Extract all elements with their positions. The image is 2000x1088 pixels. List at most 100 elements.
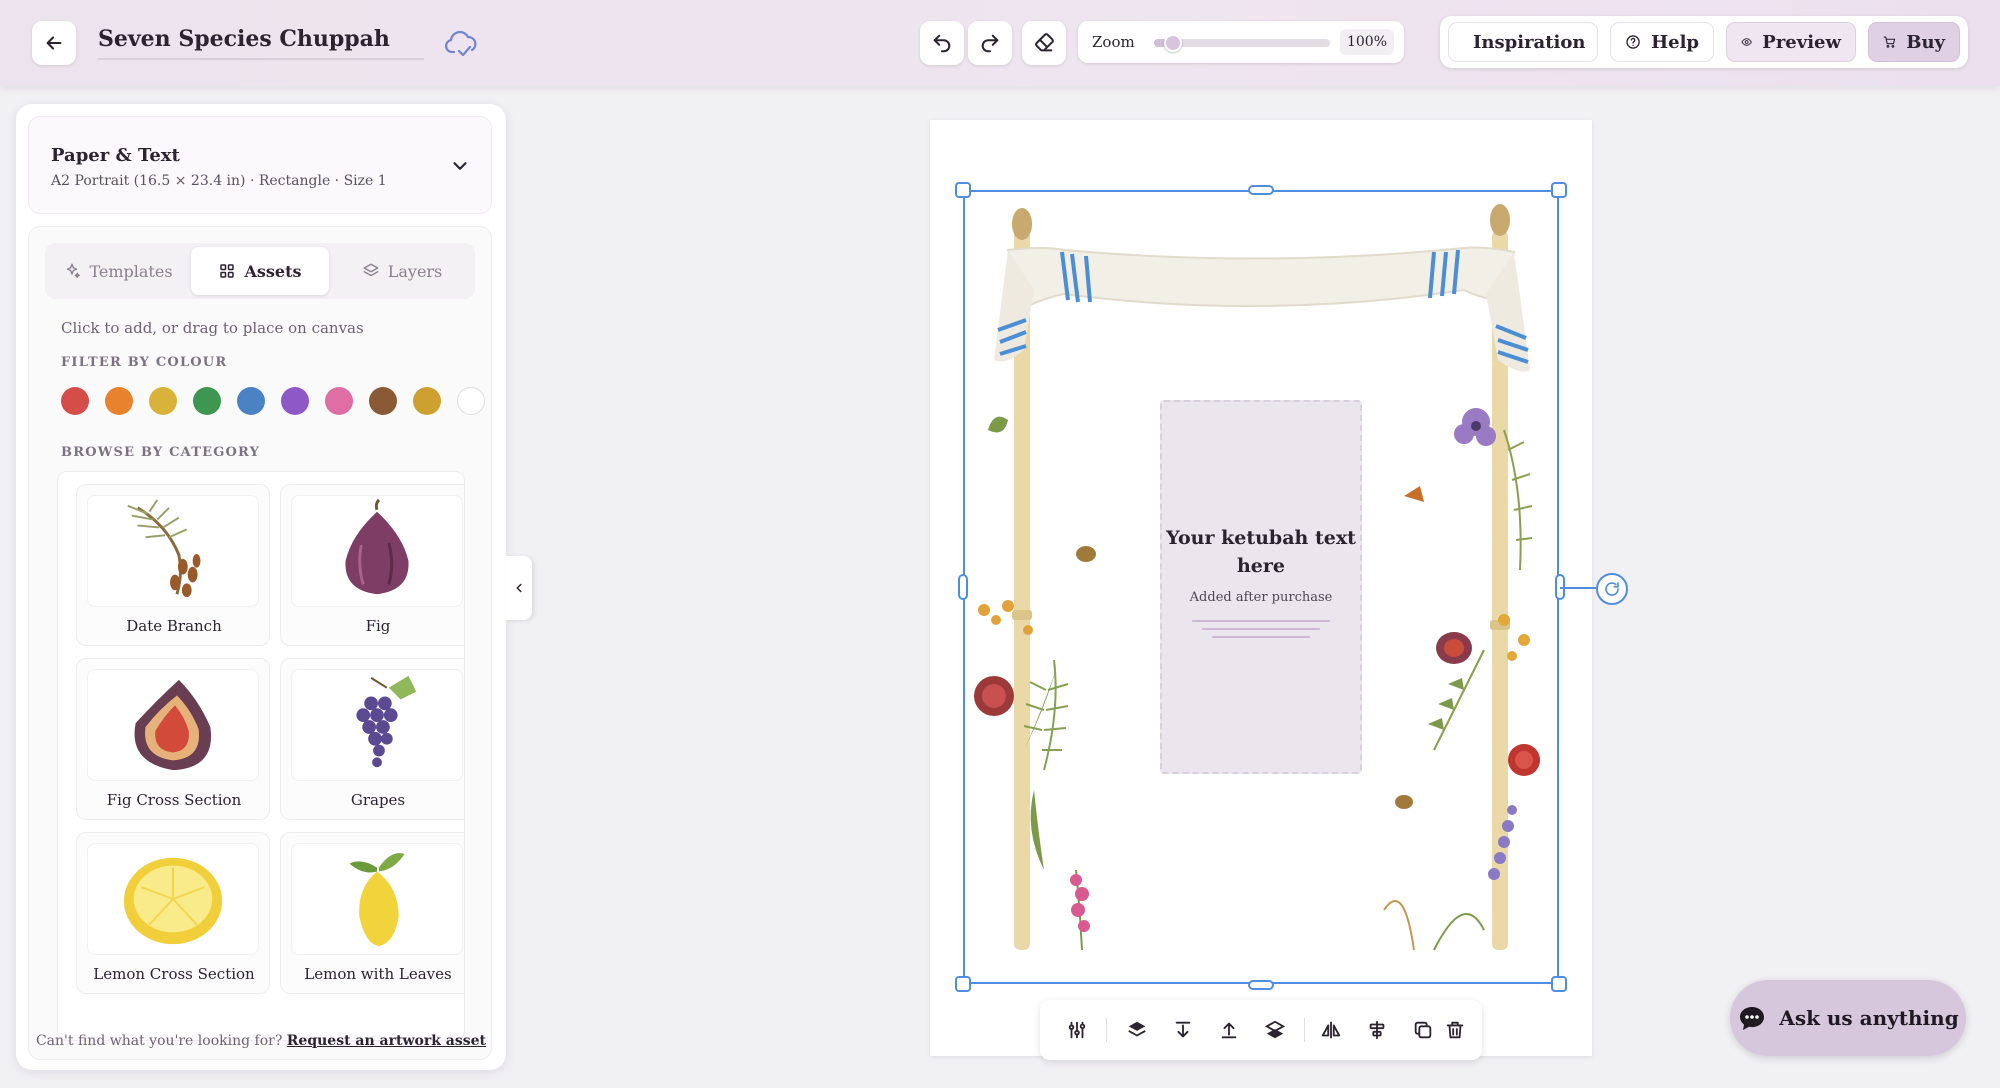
trash-icon: [1446, 1021, 1464, 1039]
resize-handle-top-left[interactable]: [955, 182, 971, 198]
element-toolbar: [1040, 1000, 1482, 1060]
tab-assets-label: Assets: [244, 261, 302, 281]
top-bar: Seven Species Chuppah Zoom 100% Inspirat…: [0, 0, 2000, 86]
arrow-left-icon: [46, 36, 62, 50]
undo-button[interactable]: [920, 21, 964, 65]
arrow-up-to-line-icon: [1221, 1022, 1237, 1039]
ketubah-text-title: Your ketubah text here: [1166, 527, 1356, 577]
header-actions: Inspiration Help Preview Buy: [1440, 16, 1968, 68]
chevron-left-icon: [516, 583, 522, 593]
resize-handle-bottom-right[interactable]: [1551, 976, 1567, 992]
date-branch-image: [127, 499, 201, 598]
asset-tile-fig-cross-section[interactable]: Fig Cross Section: [76, 658, 270, 820]
asset-name: Date Branch: [126, 617, 222, 635]
document-title[interactable]: Seven Species Chuppah: [98, 26, 424, 60]
asset-thumbnail: [291, 669, 463, 781]
help-button[interactable]: Help: [1610, 22, 1714, 62]
asset-tile-fig[interactable]: Fig: [280, 484, 464, 646]
resize-handle-bottom[interactable]: [1248, 980, 1274, 990]
back-button[interactable]: [32, 21, 76, 65]
ask-us-anything-button[interactable]: Ask us anything: [1730, 980, 1966, 1056]
asset-tile-lemon-with-leaves[interactable]: Lemon with Leaves: [280, 832, 464, 994]
assets-hint: Click to add, or drag to place on canvas: [61, 319, 364, 337]
asset-thumbnail: [87, 843, 259, 955]
colour-swatch[interactable]: [369, 387, 397, 415]
resize-handle-bottom-left[interactable]: [955, 976, 971, 992]
toolbar-divider: [1304, 1018, 1305, 1042]
redo-button[interactable]: [968, 21, 1012, 65]
layer-up-icon: [1128, 1021, 1146, 1037]
asset-tile-date-branch[interactable]: Date Branch: [76, 484, 270, 646]
rotate-handle[interactable]: [1596, 573, 1628, 605]
asset-thumbnail: [291, 495, 463, 607]
adjust-button[interactable]: [1062, 1015, 1092, 1045]
bring-to-front-button[interactable]: [1214, 1015, 1244, 1045]
placeholder-lines: [1192, 620, 1330, 644]
colour-swatch[interactable]: [193, 387, 221, 415]
fig-cross-section-image: [134, 679, 212, 771]
toolbar-divider: [1106, 1018, 1107, 1042]
align-center-icon: [1369, 1020, 1385, 1040]
undo-icon: [933, 34, 951, 53]
ketubah-text-subtitle: Added after purchase: [1189, 590, 1333, 605]
tab-templates-label: Templates: [89, 261, 173, 281]
help-circle-icon: [1626, 35, 1640, 49]
tab-templates[interactable]: Templates: [49, 247, 187, 295]
zoom-label: Zoom: [1092, 33, 1135, 51]
resize-handle-top[interactable]: [1248, 185, 1274, 195]
asset-name: Lemon Cross Section: [93, 965, 255, 983]
duplicate-button[interactable]: [1408, 1015, 1438, 1045]
colour-swatch[interactable]: [105, 387, 133, 415]
colour-swatch[interactable]: [149, 387, 177, 415]
asset-tile-grapes[interactable]: Grapes: [280, 658, 464, 820]
eraser-button[interactable]: [1022, 21, 1066, 65]
ketubah-text-placeholder[interactable]: Your ketubah text here Added after purch…: [1160, 400, 1362, 774]
colour-swatch[interactable]: [61, 387, 89, 415]
assets-panel: Templates Assets Layers Click to add, or…: [28, 226, 492, 1060]
rotate-connector: [1560, 587, 1596, 589]
colour-swatch[interactable]: [413, 387, 441, 415]
asset-tile-lemon-cross-section[interactable]: Lemon Cross Section: [76, 832, 270, 994]
paper-text-dropdown[interactable]: Paper & Text A2 Portrait (16.5 × 23.4 in…: [28, 116, 492, 214]
collapse-panel-button[interactable]: [506, 556, 532, 620]
cloud-saved-icon: [445, 30, 477, 57]
resize-handle-left[interactable]: [958, 574, 968, 600]
zoom-slider-thumb[interactable]: [1164, 34, 1182, 52]
inspiration-button[interactable]: Inspiration: [1448, 22, 1598, 62]
asset-name: Lemon with Leaves: [304, 965, 452, 983]
fig-image: [345, 498, 409, 595]
flip-horizontal-button[interactable]: [1316, 1015, 1346, 1045]
tab-assets[interactable]: Assets: [191, 247, 329, 295]
sparkles-icon: [67, 263, 81, 279]
help-label: Help: [1651, 31, 1699, 53]
zoom-value[interactable]: 100%: [1340, 29, 1394, 55]
colour-swatch[interactable]: [281, 387, 309, 415]
align-button[interactable]: [1362, 1015, 1392, 1045]
tab-layers[interactable]: Layers: [333, 247, 471, 295]
layer-down-icon: [1264, 1020, 1286, 1039]
resize-handle-top-right[interactable]: [1551, 182, 1567, 198]
ask-us-anything-label: Ask us anything: [1779, 1006, 1959, 1030]
colour-swatch[interactable]: [457, 387, 485, 415]
footer-prefix: Can't find what you're looking for?: [35, 1033, 283, 1049]
colour-swatch[interactable]: [325, 387, 353, 415]
rotate-icon: [1605, 582, 1619, 596]
request-asset-link[interactable]: Request an artwork asset: [287, 1033, 486, 1049]
asset-thumbnail: [87, 495, 259, 607]
asset-thumbnail: [87, 669, 259, 781]
placeholder-line: [1212, 636, 1310, 638]
asset-thumbnail: [291, 843, 463, 955]
arrow-down-to-line-icon: [1175, 1021, 1191, 1038]
asset-name: Fig Cross Section: [106, 791, 242, 809]
bring-forward-button[interactable]: [1122, 1015, 1152, 1045]
layers-icon: [363, 263, 379, 277]
delete-button[interactable]: [1440, 1015, 1470, 1045]
lemon-cross-section-image: [123, 857, 223, 945]
preview-button[interactable]: Preview: [1726, 22, 1856, 62]
send-to-back-button[interactable]: [1168, 1015, 1198, 1045]
flip-horizontal-icon: [1321, 1021, 1341, 1039]
send-backward-button[interactable]: [1260, 1015, 1290, 1045]
buy-button[interactable]: Buy: [1868, 22, 1960, 62]
zoom-slider[interactable]: [1154, 34, 1330, 52]
colour-swatch[interactable]: [237, 387, 265, 415]
